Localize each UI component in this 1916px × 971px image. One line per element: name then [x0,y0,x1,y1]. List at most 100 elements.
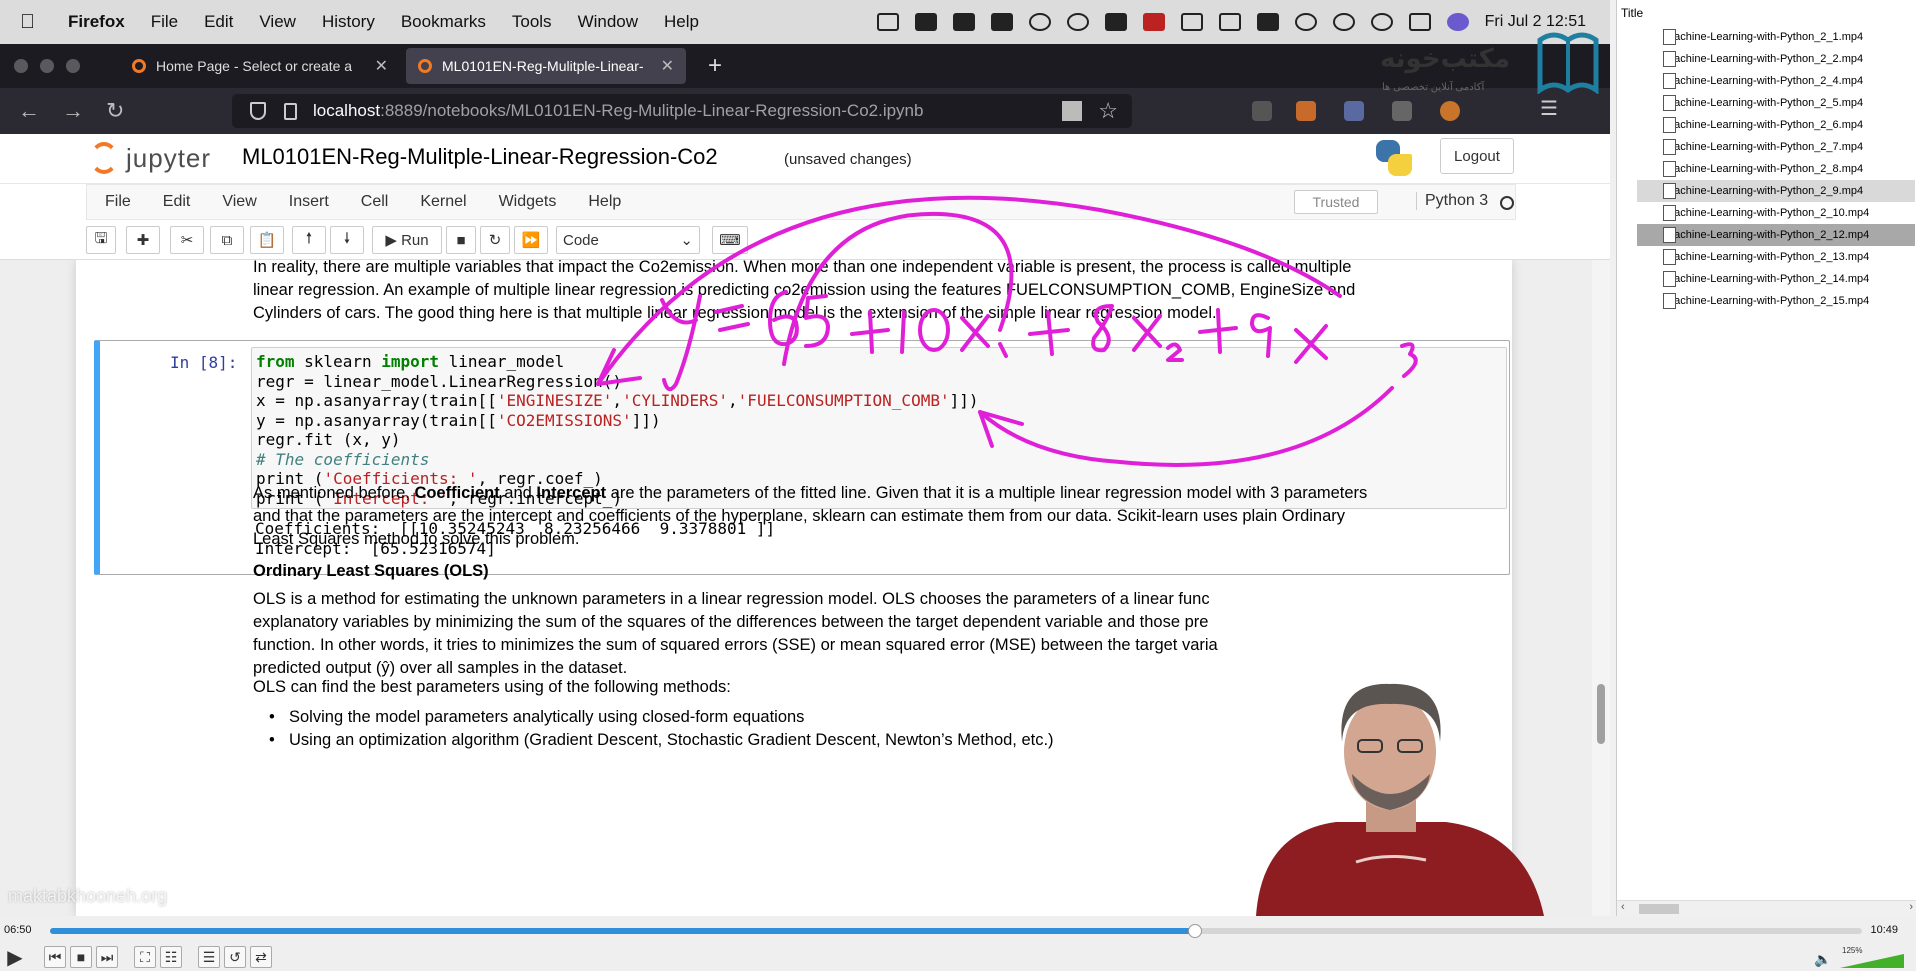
tab-home-page[interactable]: Home Page - Select or create a ✕ [120,48,400,84]
cut-button[interactable]: ✂ [170,226,204,254]
playlist-item[interactable]: Machine-Learning-with-Python_2_13.mp4 [1637,246,1915,268]
previous-button[interactable]: ⏮ [44,946,66,968]
extension-icon[interactable] [1392,101,1412,121]
jupyter-menu-cell[interactable]: Cell [361,193,389,211]
menubar-item-bookmarks[interactable]: Bookmarks [401,12,486,32]
loop-button[interactable]: ↺ [224,946,246,968]
playlist-item[interactable]: Machine-Learning-with-Python_2_14.mp4 [1637,268,1915,290]
extended-settings-button[interactable]: ☷ [160,946,182,968]
notebook-title[interactable]: ML0101EN-Reg-Mulitple-Linear-Regression-… [242,144,718,170]
command-palette-button[interactable]: ⌨ [712,226,748,254]
time-machine-icon[interactable] [1066,13,1089,31]
playlist-item[interactable]: Machine-Learning-with-Python_2_7.mp4 [1637,136,1915,158]
maximize-window-icon[interactable] [66,59,80,73]
user-icon[interactable] [1332,13,1355,31]
chevron-right-icon[interactable]: › [1909,901,1913,913]
playlist-item[interactable]: Machine-Learning-with-Python_2_9.mp4 [1637,180,1915,202]
interrupt-button[interactable]: ■ [446,226,476,254]
paste-button[interactable]: 📋 [250,226,284,254]
volume-icon[interactable] [1180,13,1203,31]
playlist-item[interactable]: Machine-Learning-with-Python_2_15.mp4 [1637,290,1915,312]
jupyter-menu-edit[interactable]: Edit [163,193,191,211]
playlist-item[interactable]: Machine-Learning-with-Python_2_8.mp4 [1637,158,1915,180]
stop-button[interactable]: ■ [70,946,92,968]
battery-icon[interactable] [1256,13,1279,31]
jupyter-menu-view[interactable]: View [222,193,256,211]
close-window-icon[interactable] [14,59,28,73]
logout-button[interactable]: Logout [1440,138,1514,174]
pin-icon[interactable] [1028,13,1051,31]
seek-handle[interactable] [1187,924,1202,938]
cell-type-select[interactable]: Code ⌄ [556,226,700,254]
jupyter-logo[interactable]: jupyter [90,142,211,174]
restart-button[interactable]: ↻ [480,226,510,254]
bluetooth-icon[interactable] [1218,13,1241,31]
page-info-icon[interactable] [284,102,297,120]
keyboard-app-icon[interactable] [1104,13,1127,31]
menubar-item-edit[interactable]: Edit [204,12,233,32]
play-button[interactable]: ▶ [2,946,28,969]
copy-button[interactable]: ⧉ [210,226,244,254]
menubar-app-name[interactable]: Firefox [68,12,125,32]
reload-icon[interactable]: ↻ [106,98,126,124]
insert-cell-button[interactable]: ✚ [126,226,160,254]
jupyter-menu-insert[interactable]: Insert [289,193,329,211]
kernel-name[interactable]: Python 3 [1416,192,1488,210]
save-button[interactable]: 🖫 [86,226,116,254]
volume-slider[interactable] [1840,954,1904,968]
next-button[interactable]: ⏭ [96,946,118,968]
qr-code-icon[interactable] [1062,101,1082,121]
playlist-item[interactable]: Machine-Learning-with-Python_2_1.mp4 [1637,26,1915,48]
speaker-icon[interactable]: 🔈 [1814,948,1831,970]
restart-run-all-button[interactable]: ⏩ [514,226,548,254]
playlist-column-title[interactable]: Title [1621,6,1643,20]
grid-app-icon[interactable] [952,13,975,31]
dropbox-icon[interactable] [914,13,937,31]
fullscreen-button[interactable]: ⛶ [134,946,156,968]
url-bar[interactable]: localhost :8889/notebooks/ML0101EN-Reg-M… [232,94,1132,128]
pocket-icon[interactable] [1252,101,1272,121]
playlist-hscrollbar[interactable]: ‹ › [1617,900,1916,916]
pen-app-icon[interactable] [990,13,1013,31]
menubar-item-file[interactable]: File [151,12,178,32]
jupyter-menu-kernel[interactable]: Kernel [420,193,466,211]
playlist-item[interactable]: Machine-Learning-with-Python_2_2.mp4 [1637,48,1915,70]
tab-notebook[interactable]: ML0101EN-Reg-Mulitple-Linear- ✕ [406,48,686,84]
jupyter-menu-help[interactable]: Help [588,193,621,211]
extension-fox-icon[interactable] [1296,101,1316,121]
playlist-item[interactable]: Machine-Learning-with-Python_2_4.mp4 [1637,70,1915,92]
shield-icon[interactable] [250,102,266,120]
playlist-item[interactable]: Machine-Learning-with-Python_2_10.mp4 [1637,202,1915,224]
chevron-left-icon[interactable]: ‹ [1621,901,1625,913]
close-tab-icon[interactable]: ✕ [661,56,674,76]
back-icon[interactable]: ← [18,98,40,124]
menubar-item-tools[interactable]: Tools [512,12,552,32]
playlist-item[interactable]: Machine-Learning-with-Python_2_5.mp4 [1637,92,1915,114]
flag-icon[interactable] [1142,13,1165,31]
forward-icon[interactable]: → [62,98,84,124]
menubar-item-window[interactable]: Window [578,12,638,32]
run-button[interactable]: ▶ Run [372,226,442,254]
wifi-icon[interactable] [1294,13,1317,31]
apple-icon[interactable]:  [20,11,50,34]
menubar-item-view[interactable]: View [259,12,296,32]
screen-record-icon[interactable] [876,13,899,31]
minimize-window-icon[interactable] [40,59,54,73]
bookmark-star-icon[interactable]: ☆ [1098,98,1118,124]
trusted-badge[interactable]: Trusted [1294,190,1378,214]
jupyter-menu-file[interactable]: File [105,193,131,211]
scrollbar-thumb[interactable] [1639,904,1679,914]
playlist-item[interactable]: Machine-Learning-with-Python_2_6.mp4 [1637,114,1915,136]
menubar-item-help[interactable]: Help [664,12,699,32]
playlist-item[interactable]: Machine-Learning-with-Python_2_12.mp4 [1637,224,1915,246]
seek-slider[interactable] [50,924,1862,938]
jupyter-menu-widgets[interactable]: Widgets [499,193,557,211]
new-tab-button[interactable]: + [708,52,722,80]
playlist-button[interactable]: ☰ [198,946,220,968]
shuffle-button[interactable]: ⇄ [250,946,272,968]
notebook-scrollbar[interactable] [1592,260,1610,916]
scrollbar-thumb[interactable] [1597,684,1605,744]
close-tab-icon[interactable]: ✕ [375,56,388,76]
extension-icon[interactable] [1344,101,1364,121]
move-up-button[interactable]: 🠕 [292,226,326,254]
